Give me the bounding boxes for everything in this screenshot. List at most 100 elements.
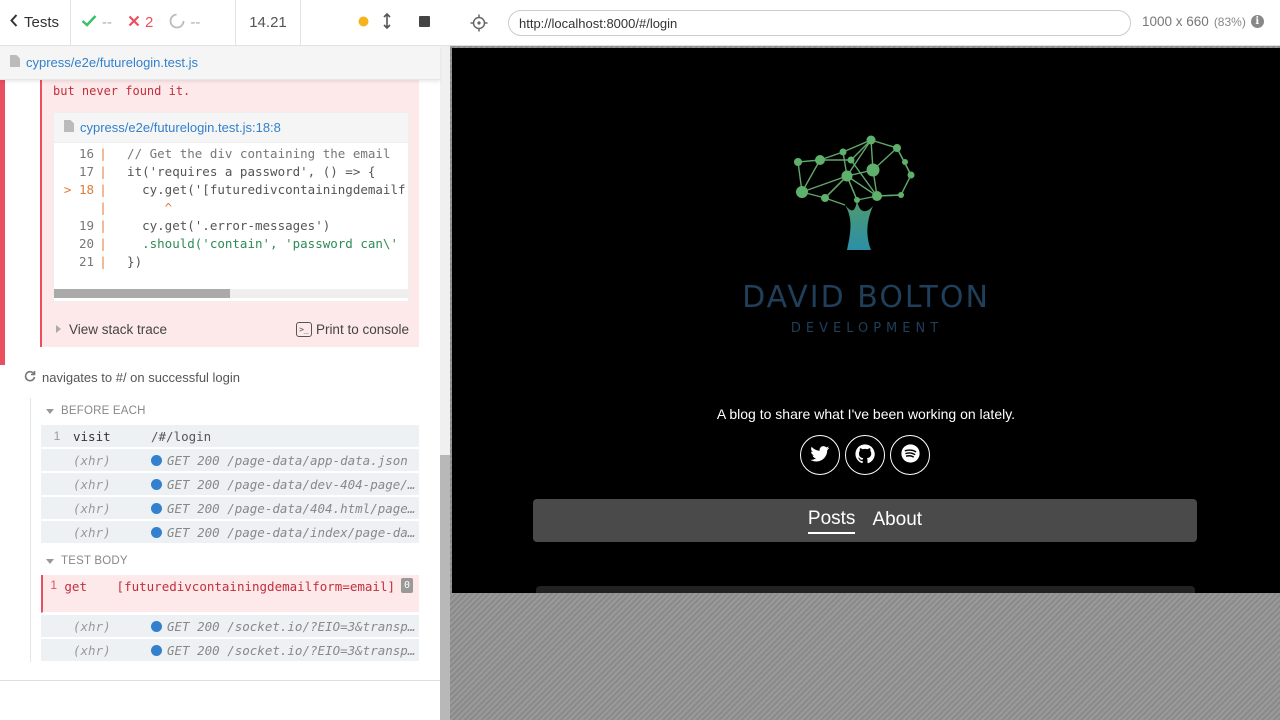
- check-icon: [81, 14, 97, 31]
- xhr-status-dot-icon: [151, 644, 162, 656]
- command-message: GET 200 /page-data/dev-404-page/page-dat…: [151, 477, 419, 492]
- command-name: (xhr): [73, 524, 111, 540]
- command-message: [futuredivcontainingdemailform=email]: [116, 579, 395, 594]
- site-nav: Posts About: [533, 499, 1197, 542]
- code-line: 19 | cy.get('.error-messages'): [78, 218, 331, 233]
- twitter-link[interactable]: [800, 435, 840, 475]
- test-list: but never found it. cypress/e2e/futurelo…: [0, 80, 440, 680]
- failed-count: 2: [145, 14, 154, 31]
- tests-button[interactable]: Tests: [0, 0, 71, 45]
- command-row-failed[interactable]: 1 get [futuredivcontainingdemailform=ema…: [41, 575, 419, 613]
- github-icon: [855, 443, 875, 467]
- stop-icon[interactable]: [419, 14, 430, 31]
- code-line: 17 | it('requires a password', () => {: [78, 164, 376, 179]
- viewport-scale: (83%): [1213, 14, 1246, 29]
- before-each-hook-header[interactable]: BEFORE EACH: [46, 405, 146, 417]
- hook-label: TEST BODY: [61, 555, 128, 567]
- nav-posts[interactable]: Posts: [807, 508, 856, 534]
- command-name: (xhr): [73, 618, 111, 634]
- github-link[interactable]: [845, 435, 885, 475]
- pending-stat[interactable]: --: [169, 13, 200, 33]
- view-stack-trace-label: View stack trace: [69, 321, 168, 337]
- command-row[interactable]: 1 visit /#/login: [41, 425, 419, 448]
- command-message: GET 200 /socket.io/?EIO=3&transport=poll…: [151, 619, 419, 634]
- command-message: /#/login: [151, 428, 212, 444]
- info-icon[interactable]: i: [1250, 15, 1264, 28]
- nav-about[interactable]: About: [872, 509, 922, 533]
- aut-iframe: DAVID BOLTON DEVELOPMENT A blog to share…: [452, 48, 1280, 593]
- status-dot-icon: [358, 14, 369, 31]
- error-actions: View stack trace >_ Print to console: [53, 317, 409, 341]
- spotify-link[interactable]: [890, 435, 930, 475]
- duration: 14.21: [236, 0, 301, 45]
- twitter-icon: [810, 445, 830, 465]
- file-icon: [64, 120, 74, 135]
- failed-stat[interactable]: 2: [128, 14, 153, 31]
- command-message: GET 200 /page-data/404.html/page-data.js…: [151, 501, 419, 516]
- passed-count: --: [102, 14, 112, 31]
- divider: [0, 680, 440, 681]
- element-count-badge: 0: [401, 578, 413, 593]
- code-line: 20 | .should('contain', 'password can\': [78, 236, 398, 251]
- chevron-left-icon: [10, 14, 18, 31]
- xhr-status-dot-icon: [151, 454, 162, 466]
- xhr-status-dot-icon: [151, 526, 162, 538]
- auto-scroll-icon[interactable]: [383, 12, 391, 33]
- scrollbar-thumb[interactable]: [54, 289, 230, 298]
- pending-circle-icon: [169, 13, 185, 33]
- command-message: GET 200 /page-data/app-data.json: [151, 453, 419, 468]
- selector-playground-crosshair-icon[interactable]: [470, 14, 488, 32]
- hook-label: BEFORE EACH: [61, 405, 146, 417]
- caret-down-icon: [46, 408, 54, 414]
- caret-right-icon: [56, 325, 61, 333]
- code-line: 16 | // Get the div containing the email: [78, 146, 391, 161]
- code-frame-header: cypress/e2e/futurelogin.test.js:18:8: [54, 113, 408, 143]
- command-row-xhr[interactable]: (xhr) GET 200 /page-data/dev-404-page/pa…: [41, 473, 419, 496]
- command-row-xhr[interactable]: (xhr) GET 200 /socket.io/?EIO=3&transpor…: [41, 615, 419, 638]
- xhr-status-dot-icon: [151, 478, 162, 490]
- code-snippet: 16 | // Get the div containing the email …: [54, 145, 410, 285]
- code-line: 21 | }): [78, 254, 143, 269]
- viewport-info: 1000 x 660 (83%) i: [1142, 14, 1264, 29]
- reporter-scrollbar-thumb[interactable]: [440, 455, 450, 720]
- brand-title: DAVID BOLTON: [742, 280, 990, 315]
- command-row-xhr[interactable]: (xhr) GET 200 /page-data/app-data.json: [41, 449, 419, 472]
- code-frame-file-link[interactable]: cypress/e2e/futurelogin.test.js:18:8: [80, 120, 281, 135]
- xhr-status-dot-icon: [151, 620, 162, 632]
- passed-stat[interactable]: --: [81, 14, 112, 31]
- hooks-rail: [30, 398, 31, 662]
- failed-test-indicator: [0, 80, 5, 365]
- test-title-running[interactable]: navigates to #/ on successful login: [24, 370, 240, 385]
- post-card: [536, 586, 1195, 593]
- command-row-xhr[interactable]: (xhr) GET 200 /socket.io/?EIO=3&transpor…: [41, 639, 419, 662]
- refresh-icon: [24, 370, 36, 385]
- command-name: (xhr): [73, 452, 111, 468]
- code-frame: cypress/e2e/futurelogin.test.js:18:8 16 |…: [53, 112, 409, 302]
- file-icon: [10, 55, 20, 70]
- view-stack-trace-toggle[interactable]: View stack trace: [53, 322, 167, 337]
- social-links: [800, 435, 930, 475]
- spotify-icon: [900, 444, 920, 466]
- command-name: visit: [73, 428, 111, 444]
- url-bar[interactable]: http://localhost:8000/#/login: [508, 10, 1131, 36]
- x-icon: [128, 14, 140, 31]
- test-body-hook-header[interactable]: TEST BODY: [46, 555, 128, 567]
- code-horizontal-scrollbar[interactable]: [54, 289, 408, 298]
- url-text: http://localhost:8000/#/login: [519, 15, 678, 31]
- pending-count: --: [190, 14, 201, 31]
- xhr-status-dot-icon: [151, 502, 162, 514]
- command-row-xhr[interactable]: (xhr) GET 200 /page-data/index/page-data…: [41, 521, 419, 544]
- command-name: (xhr): [73, 642, 111, 658]
- spec-file-bar: cypress/e2e/futurelogin.test.js: [0, 46, 440, 80]
- command-name: get: [64, 579, 87, 594]
- brand-subtitle: DEVELOPMENT: [790, 321, 944, 336]
- print-to-console-label: Print to console: [315, 321, 409, 337]
- reporter-header: Tests -- 2 -- 14.21: [0, 0, 450, 46]
- tagline: A blog to share what I've been working o…: [716, 406, 1016, 422]
- viewport-size: 1000 x 660: [1142, 14, 1209, 29]
- command-row-xhr[interactable]: (xhr) GET 200 /page-data/404.html/page-d…: [41, 497, 419, 520]
- spec-file-link[interactable]: cypress/e2e/futurelogin.test.js: [26, 55, 198, 70]
- stats: -- 2 --: [71, 0, 236, 45]
- print-to-console-button[interactable]: >_ Print to console: [295, 321, 409, 337]
- tests-label: Tests: [24, 14, 60, 31]
